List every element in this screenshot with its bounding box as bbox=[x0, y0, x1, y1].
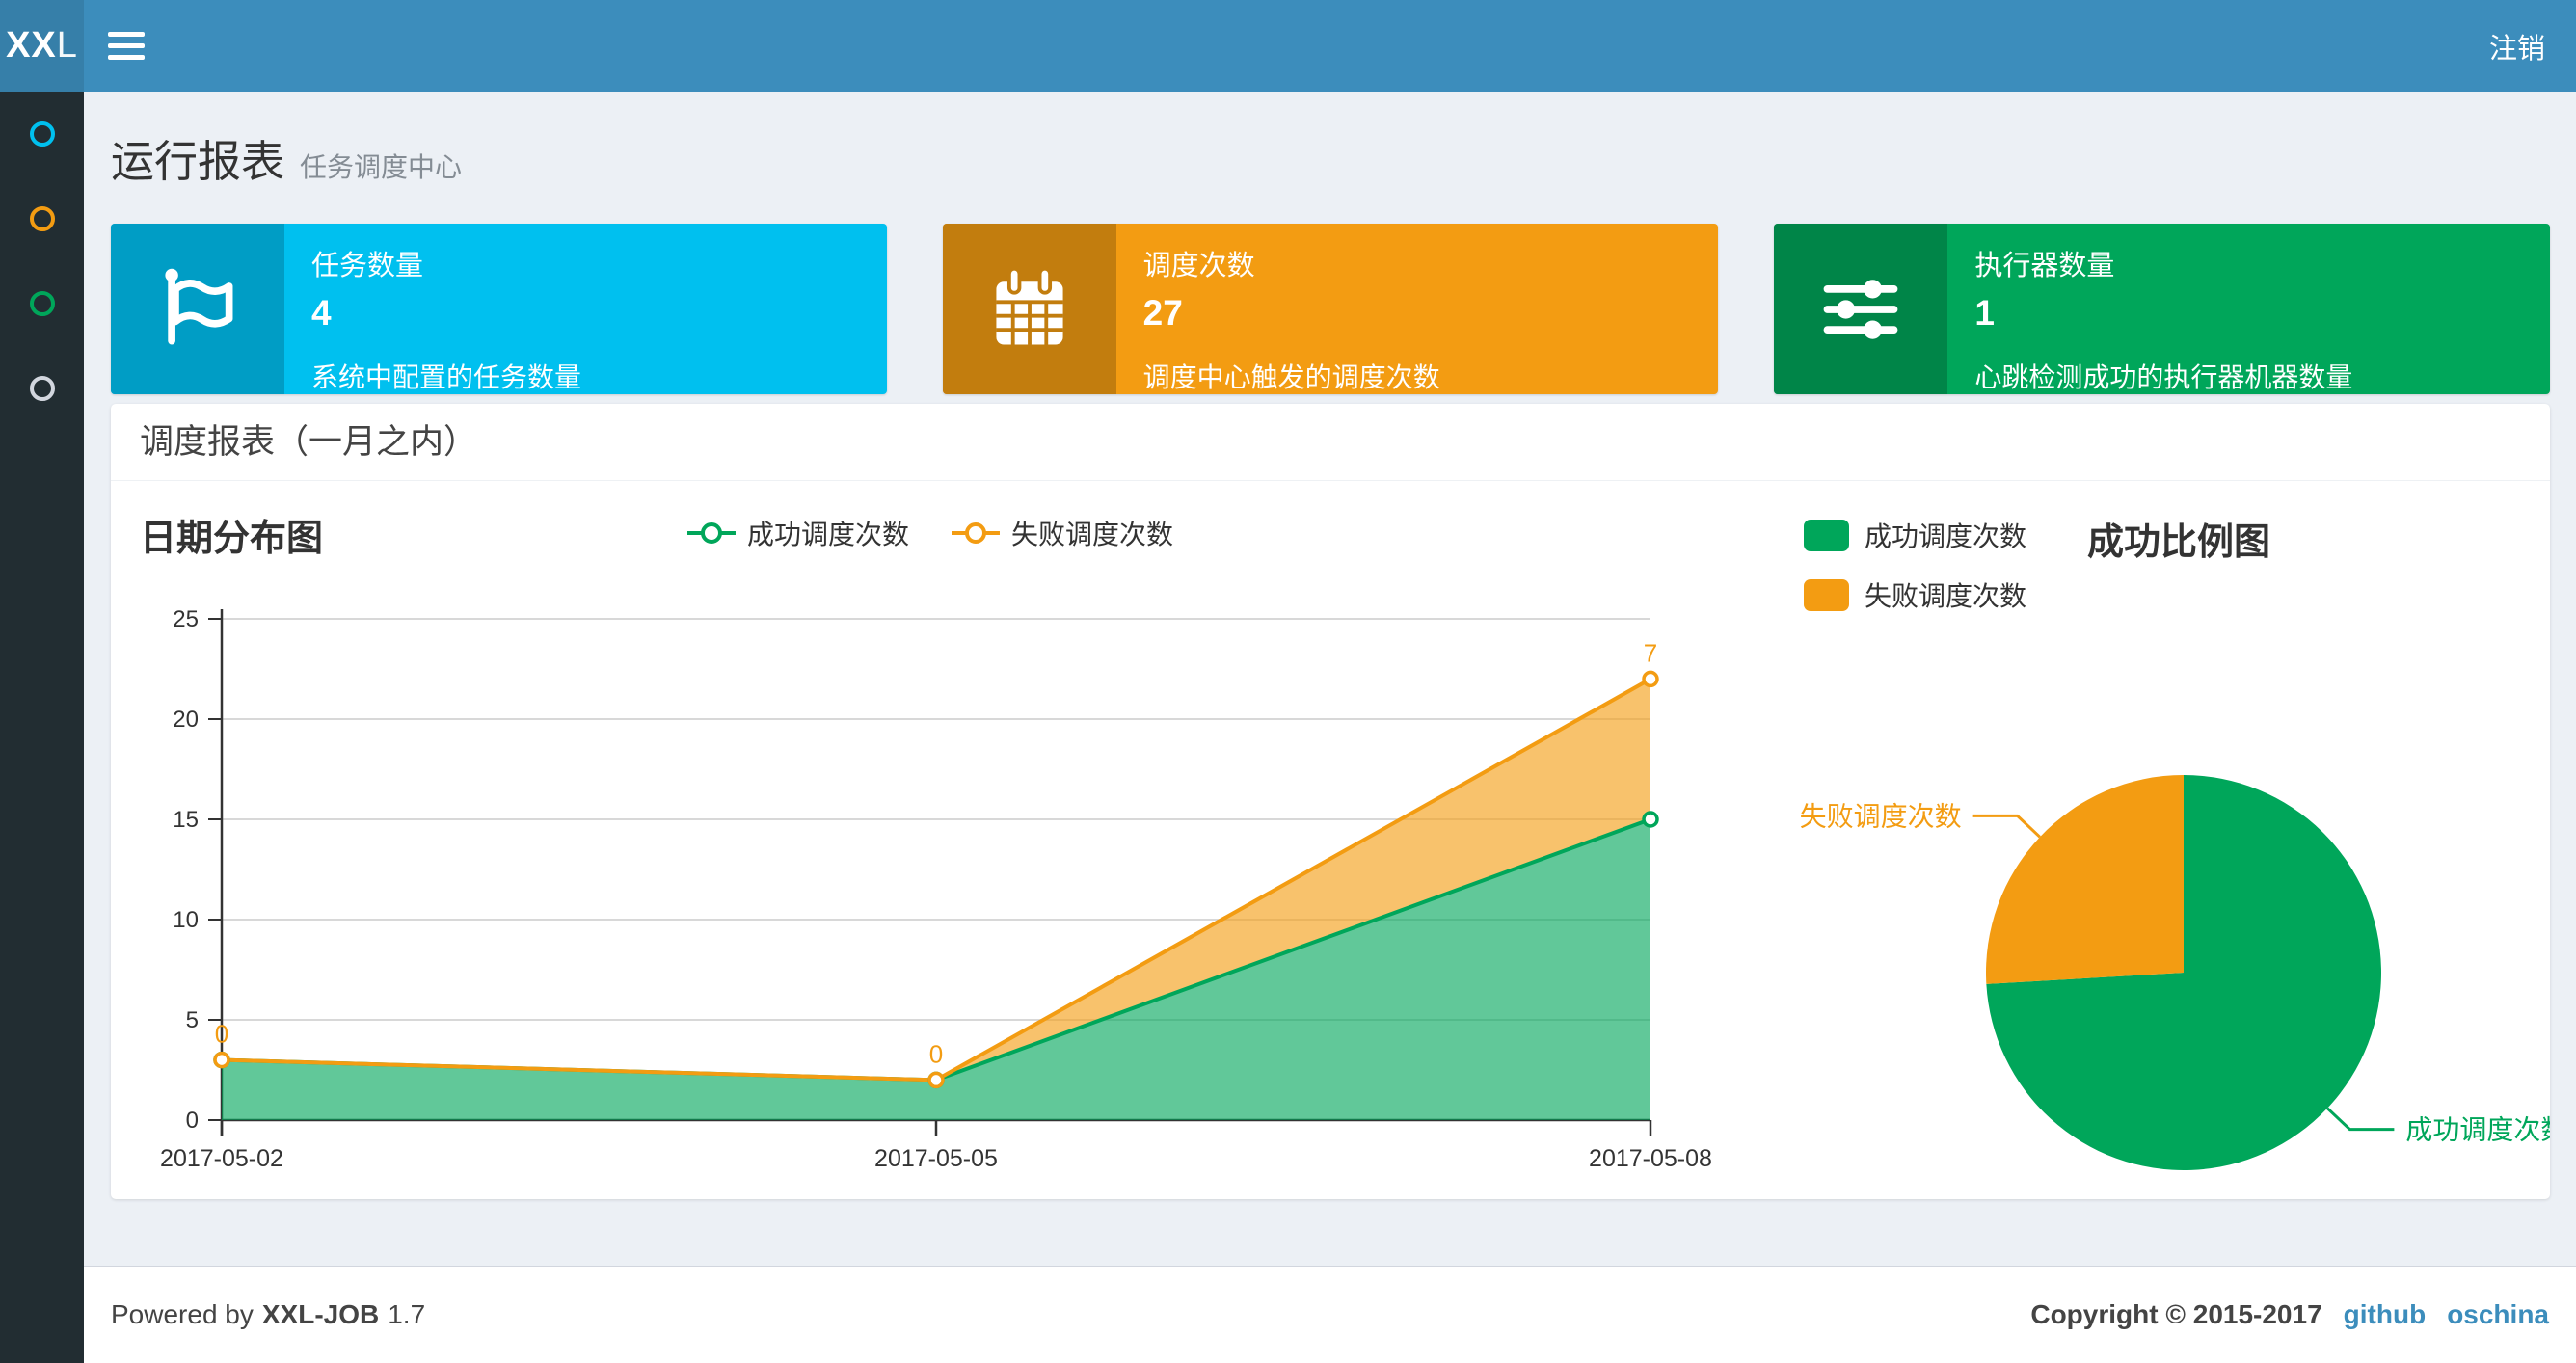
stat-card-description: 心跳检测成功的执行器机器数量 bbox=[1974, 362, 2353, 392]
svg-text:15: 15 bbox=[173, 807, 199, 833]
area-chart-canvas: 05101520252017-05-02 2017-05-05 2017-05-08… bbox=[160, 606, 1712, 1172]
panel-body: 日期分布图 成功调度次数 失败调度次数 0 5 10 15 20 25 2017… bbox=[111, 481, 2550, 1198]
stat-card-value: 27 bbox=[1142, 293, 1183, 333]
svg-text:0: 0 bbox=[186, 1108, 199, 1134]
logo-text-light: L bbox=[56, 25, 78, 66]
logout-link[interactable]: 注销 bbox=[2489, 26, 2545, 67]
hamburger-icon bbox=[108, 32, 145, 60]
calendar-icon bbox=[942, 224, 1116, 394]
svg-text:0: 0 bbox=[929, 1039, 943, 1068]
page-title: 运行报表 bbox=[111, 137, 285, 186]
svg-text:成功调度次数: 成功调度次数 bbox=[2405, 1115, 2550, 1145]
stat-card-description: 调度中心触发的调度次数 bbox=[1142, 362, 1440, 392]
top-navbar: XX L 注销 bbox=[0, 0, 2576, 92]
page-header: 运行报表 任务调度中心 bbox=[84, 92, 2576, 189]
sidebar-item-1[interactable] bbox=[0, 92, 84, 176]
sliders-icon bbox=[1774, 224, 1948, 394]
stat-card-body: 执行器数量 1 心跳检测成功的执行器机器数量 bbox=[1947, 224, 2550, 394]
date-distribution-chart: 日期分布图 成功调度次数 失败调度次数 0 5 10 15 20 25 2017… bbox=[111, 481, 1750, 1198]
sidebar-item-3[interactable] bbox=[0, 261, 84, 346]
flag-icon bbox=[111, 224, 284, 394]
svg-text:失败调度次数: 失败调度次数 bbox=[1800, 801, 1962, 831]
circle-o-icon bbox=[29, 376, 55, 401]
circle-o-icon bbox=[29, 121, 55, 147]
svg-text:20: 20 bbox=[173, 707, 199, 733]
powered-by: Powered by XXL-JOB 1.7 bbox=[111, 1299, 425, 1330]
svg-text:0: 0 bbox=[215, 1020, 228, 1049]
panel-title: 调度报表（一月之内） bbox=[111, 404, 2550, 481]
stat-card-label: 执行器数量 bbox=[1974, 251, 2115, 281]
stat-card-executors: 执行器数量 1 心跳检测成功的执行器机器数量 bbox=[1774, 224, 2551, 394]
sidebar bbox=[0, 92, 84, 1363]
circle-o-icon bbox=[29, 206, 55, 231]
stat-cards-row: 任务数量 4 系统中配置的任务数量 调度次数 27 调度中心触发的调度次数 执行… bbox=[84, 189, 2576, 394]
footer: Powered by XXL-JOB 1.7 Copyright © 2015-… bbox=[84, 1266, 2576, 1363]
stat-card-body: 调度次数 27 调度中心触发的调度次数 bbox=[1116, 224, 1719, 394]
app-root: XX L 注销 运行报表 任务调度中心 任务数量 4 系统中配置的任务数量 调度… bbox=[0, 0, 2576, 1363]
github-link[interactable]: github bbox=[2344, 1299, 2427, 1330]
stat-card-description: 系统中配置的任务数量 bbox=[311, 362, 582, 392]
svg-text:2017-05-08: 2017-05-08 bbox=[1589, 1145, 1712, 1172]
logo-text-bold: XX bbox=[6, 25, 57, 66]
stat-card-body: 任务数量 4 系统中配置的任务数量 bbox=[284, 224, 887, 394]
sidebar-item-2[interactable] bbox=[0, 176, 84, 261]
svg-text:2017-05-05: 2017-05-05 bbox=[874, 1145, 998, 1172]
report-panel: 调度报表（一月之内） 日期分布图 成功调度次数 失败调度次数 0 5 10 15… bbox=[111, 404, 2550, 1199]
sidebar-toggle-button[interactable] bbox=[84, 0, 169, 92]
svg-text:2017-05-02: 2017-05-02 bbox=[160, 1145, 283, 1172]
product-name: XXL-JOB bbox=[261, 1299, 380, 1329]
product-version: 1.7 bbox=[388, 1299, 426, 1329]
oschina-link[interactable]: oschina bbox=[2447, 1299, 2549, 1330]
navbar-right: 注销 bbox=[2489, 0, 2576, 92]
circle-o-icon bbox=[29, 291, 55, 316]
stat-card-jobs: 任务数量 4 系统中配置的任务数量 bbox=[111, 224, 887, 394]
stat-card-label: 调度次数 bbox=[1142, 251, 1255, 281]
stat-card-label: 任务数量 bbox=[311, 251, 424, 281]
stat-card-value: 4 bbox=[311, 293, 332, 333]
stat-card-triggers: 调度次数 27 调度中心触发的调度次数 bbox=[942, 224, 1719, 394]
success-ratio-chart: 成功调度次数 失败调度次数 成功比例图 成功调度次数失败调度次数 bbox=[1750, 481, 2550, 1198]
svg-text:10: 10 bbox=[173, 907, 199, 933]
footer-right: Copyright © 2015-2017 github oschina bbox=[2030, 1299, 2549, 1330]
sidebar-item-4[interactable] bbox=[0, 346, 84, 431]
svg-text:25: 25 bbox=[173, 606, 199, 632]
stat-card-value: 1 bbox=[1974, 293, 1995, 333]
svg-text:5: 5 bbox=[186, 1007, 199, 1033]
pie-chart-canvas: 成功调度次数 失败调度次数 bbox=[1800, 775, 2550, 1170]
app-logo[interactable]: XX L bbox=[0, 0, 84, 92]
page-subtitle: 任务调度中心 bbox=[300, 152, 463, 182]
svg-text:7: 7 bbox=[1644, 638, 1657, 667]
powered-by-prefix: Powered by bbox=[111, 1299, 254, 1329]
copyright-text: Copyright © 2015-2017 bbox=[2030, 1299, 2322, 1329]
